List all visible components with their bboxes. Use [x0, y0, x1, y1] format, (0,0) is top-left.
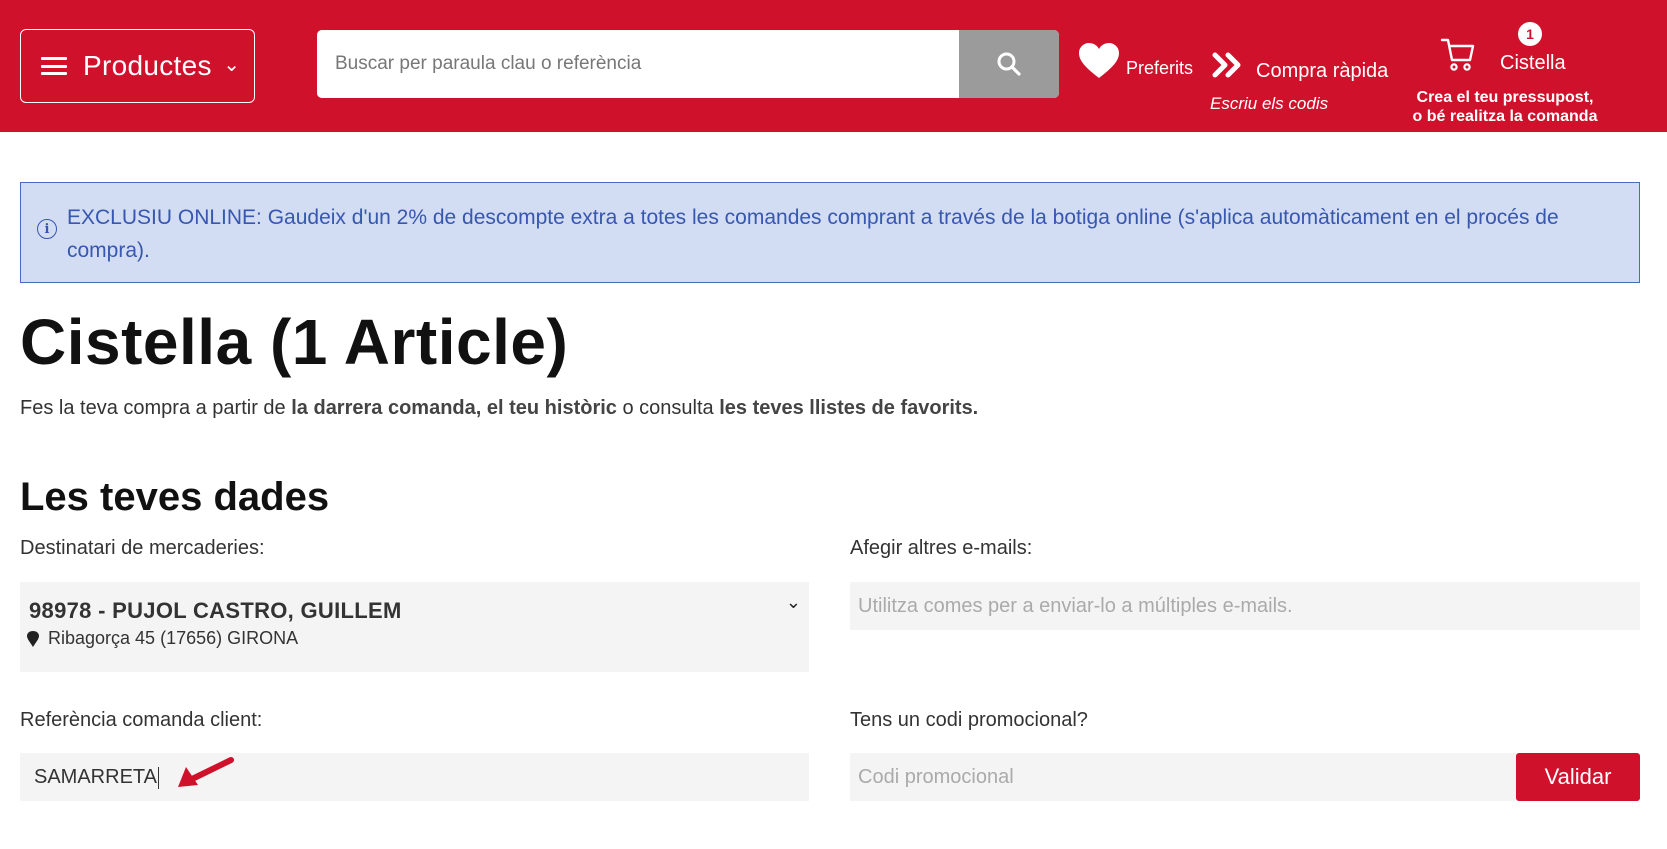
chevron-down-icon: ⌄	[785, 592, 801, 612]
cart-subtitle: Crea el teu pressupost, o bé realitza la…	[1400, 88, 1610, 126]
double-chevron-icon	[1212, 52, 1241, 77]
text-caret	[157, 766, 159, 789]
extra-emails-input[interactable]	[850, 582, 1640, 630]
cart-label: Cistella	[1500, 52, 1566, 74]
banner-text: EXCLUSIU ONLINE: Gaudeix d'un 2% de desc…	[67, 206, 1559, 262]
last-order-history-link[interactable]: la darrera comanda, el teu històric	[291, 397, 617, 419]
order-ref-text: SAMARRETA	[34, 766, 157, 788]
heart-icon	[1079, 43, 1119, 78]
favorites-label: Preferits	[1126, 57, 1194, 78]
search-button[interactable]	[959, 30, 1059, 98]
recipient-select[interactable]: 98978 - PUJOL CASTRO, GUILLEM Ribagorça …	[20, 582, 809, 672]
order-ref-value: SAMARRETA	[34, 766, 159, 789]
recipient-address: Ribagorça 45 (17656) GIRONA	[48, 628, 299, 648]
search-input[interactable]	[317, 30, 957, 98]
subtitle-middle: o consulta	[616, 397, 720, 419]
recipient-address-row: Ribagorça 45 (17656) GIRONA	[26, 628, 298, 649]
subtitle-prefix: Fes la teva compra a partir de	[20, 397, 292, 419]
cart-subtitle-line1: Crea el teu pressupost,	[1416, 89, 1594, 106]
search-bar	[317, 30, 1059, 98]
order-ref-label: Referència comanda client:	[20, 709, 263, 731]
products-menu-button[interactable]: Productes ⌄	[20, 29, 255, 103]
favorites-link[interactable]: Preferits	[1078, 42, 1193, 80]
page-title: Cistella (1 Article)	[20, 306, 569, 378]
emails-label: Afegir altres e-mails:	[850, 537, 1033, 559]
quick-buy-label: Compra ràpida	[1256, 60, 1389, 82]
chevron-down-icon: ⌄	[223, 54, 240, 76]
arrow-icon	[178, 757, 234, 787]
info-icon: i	[37, 219, 57, 239]
menu-icon	[41, 57, 67, 75]
cart-link[interactable]: 1 Cistella Crea el teu pressupost, o bé …	[1400, 20, 1610, 130]
recipient-name: 98978 - PUJOL CASTRO, GUILLEM	[29, 598, 402, 623]
quick-buy-link[interactable]: Compra ràpida Escriu els codis	[1210, 46, 1389, 113]
products-menu-label: Productes	[83, 50, 212, 81]
cart-icon	[1440, 38, 1475, 71]
recipient-label: Destinatari de mercaderies:	[20, 537, 265, 559]
quick-buy-subtitle: Escriu els codis	[1210, 94, 1329, 113]
validate-promo-button[interactable]: Validar	[1516, 753, 1640, 801]
favorite-lists-link[interactable]: les teves llistes de favorits.	[719, 397, 978, 419]
promo-code-input[interactable]	[850, 753, 1516, 801]
online-discount-banner: i EXCLUSIU ONLINE: Gaudeix d'un 2% de de…	[20, 182, 1640, 283]
search-icon	[997, 52, 1021, 76]
cart-count-badge: 1	[1518, 22, 1542, 46]
map-pin-icon	[27, 630, 39, 647]
promo-label: Tens un codi promocional?	[850, 709, 1088, 731]
cart-subtitle-line2: o bé realitza la comanda	[1412, 108, 1598, 125]
top-header: Productes ⌄ Preferits Compra ràpida Escr…	[0, 0, 1667, 132]
section-title: Les teves dades	[20, 475, 330, 519]
page-subtitle: Fes la teva compra a partir de la darrer…	[20, 397, 978, 420]
